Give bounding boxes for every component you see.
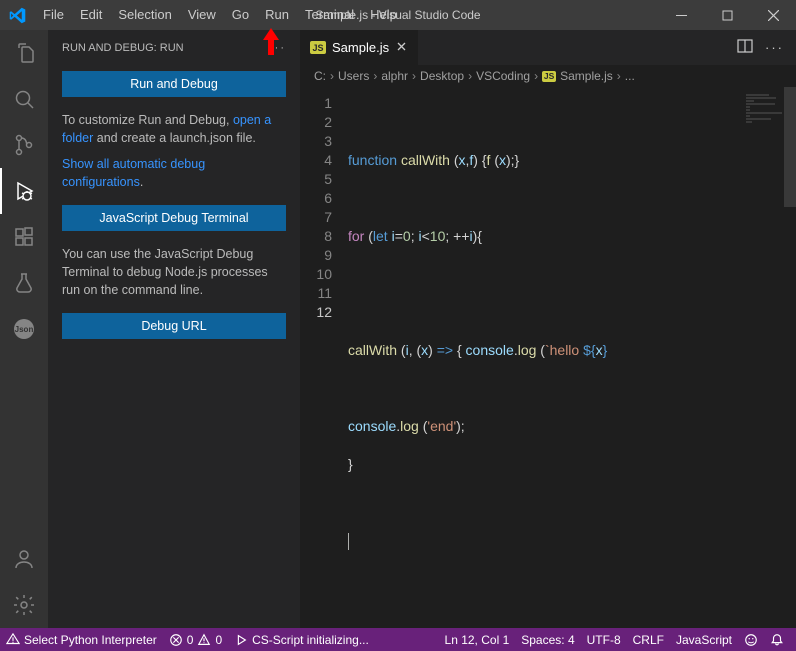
- menu-edit[interactable]: Edit: [72, 0, 110, 30]
- svg-text:Json: Json: [15, 325, 34, 334]
- window-controls: [658, 0, 796, 30]
- status-bar: Select Python Interpreter 0 0 CS-Script …: [0, 628, 796, 651]
- sidebar-title-text: RUN AND DEBUG: RUN: [62, 42, 184, 54]
- status-ln-col[interactable]: Ln 12, Col 1: [439, 628, 516, 651]
- breadcrumb-trail[interactable]: ...: [625, 69, 635, 83]
- split-editor-icon[interactable]: [737, 38, 753, 57]
- tab-label: Sample.js: [332, 40, 389, 55]
- breadcrumb-file[interactable]: Sample.js: [560, 69, 613, 83]
- status-eol[interactable]: CRLF: [627, 628, 670, 651]
- status-spaces[interactable]: Spaces: 4: [515, 628, 580, 651]
- run-debug-icon[interactable]: [0, 168, 48, 214]
- vscode-logo: [0, 7, 35, 24]
- status-cs-script[interactable]: CS-Script initializing...: [228, 628, 375, 651]
- status-python-interpreter[interactable]: Select Python Interpreter: [0, 628, 163, 651]
- breadcrumb-part[interactable]: Users: [338, 69, 369, 83]
- source-control-icon[interactable]: [0, 122, 48, 168]
- search-icon[interactable]: [0, 76, 48, 122]
- show-auto-link[interactable]: Show all automatic debug configurations: [62, 157, 205, 189]
- menu-go[interactable]: Go: [224, 0, 257, 30]
- menu-selection[interactable]: Selection: [110, 0, 179, 30]
- editor-more-icon[interactable]: ···: [765, 40, 784, 55]
- testing-icon[interactable]: [0, 260, 48, 306]
- run-and-debug-button[interactable]: Run and Debug: [62, 71, 286, 97]
- explorer-icon[interactable]: [0, 30, 48, 76]
- status-language[interactable]: JavaScript: [670, 628, 738, 651]
- account-icon[interactable]: [0, 536, 48, 582]
- breadcrumb-part[interactable]: alphr: [381, 69, 408, 83]
- breadcrumb-part[interactable]: Desktop: [420, 69, 464, 83]
- code-editor[interactable]: 1234 5678 9101112 function callWith (x,f…: [300, 87, 796, 628]
- editor-area: JS Sample.js ··· C:› Users› alphr› Deskt…: [300, 30, 796, 628]
- settings-icon[interactable]: [0, 582, 48, 628]
- menu-run[interactable]: Run: [257, 0, 297, 30]
- run-debug-sidebar: RUN AND DEBUG: RUN ··· Run and Debug To …: [48, 30, 300, 628]
- breadcrumb-part[interactable]: C:: [314, 69, 326, 83]
- maximize-button[interactable]: [704, 0, 750, 30]
- js-badge-icon: JS: [542, 71, 556, 82]
- breadcrumb-part[interactable]: VSCoding: [476, 69, 530, 83]
- js-badge-icon: JS: [310, 41, 326, 54]
- code-content[interactable]: function callWith (x,f) {f (x);} for (le…: [348, 87, 796, 628]
- menu-view[interactable]: View: [180, 0, 224, 30]
- debug-url-button[interactable]: Debug URL: [62, 313, 286, 339]
- window-title: Sample.js - Visual Studio Code: [315, 8, 480, 22]
- menu-file[interactable]: File: [35, 0, 72, 30]
- close-button[interactable]: [750, 0, 796, 30]
- minimap[interactable]: [746, 93, 784, 173]
- customize-text: To customize Run and Debug, open a folde…: [62, 111, 286, 147]
- tab-close-icon[interactable]: [395, 40, 408, 56]
- sidebar-more-icon[interactable]: ···: [269, 42, 286, 54]
- js-debug-terminal-button[interactable]: JavaScript Debug Terminal: [62, 205, 286, 231]
- status-notifications-icon[interactable]: [764, 628, 790, 651]
- status-problems[interactable]: 0 0: [163, 628, 228, 651]
- tab-bar: JS Sample.js ···: [300, 30, 796, 65]
- breadcrumb[interactable]: C:› Users› alphr› Desktop› VSCoding› JS …: [300, 65, 796, 87]
- show-auto-text: Show all automatic debug configurations.: [62, 155, 286, 191]
- json-icon[interactable]: Json: [0, 306, 48, 352]
- activity-bar: Json: [0, 30, 48, 628]
- vertical-scrollbar[interactable]: [784, 87, 796, 628]
- js-use-text: You can use the JavaScript Debug Termina…: [62, 245, 286, 299]
- minimize-button[interactable]: [658, 0, 704, 30]
- tab-sample-js[interactable]: JS Sample.js: [300, 30, 419, 65]
- line-gutter: 1234 5678 9101112: [300, 87, 348, 628]
- scrollbar-thumb[interactable]: [784, 87, 796, 207]
- status-feedback-icon[interactable]: [738, 628, 764, 651]
- extensions-icon[interactable]: [0, 214, 48, 260]
- title-bar: File Edit Selection View Go Run Terminal…: [0, 0, 796, 30]
- status-encoding[interactable]: UTF-8: [581, 628, 627, 651]
